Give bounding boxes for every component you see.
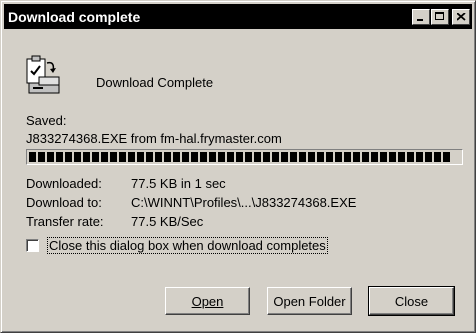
close-window-button[interactable] bbox=[452, 8, 470, 25]
progress-block bbox=[353, 152, 360, 162]
progress-block bbox=[326, 152, 333, 162]
progress-block bbox=[164, 152, 171, 162]
window-title: Download complete bbox=[8, 8, 141, 25]
minimize-button[interactable] bbox=[412, 8, 430, 25]
progress-block bbox=[281, 152, 288, 162]
close-on-complete-label[interactable]: Close this dialog box when download comp… bbox=[47, 237, 328, 254]
progress-block bbox=[335, 152, 342, 162]
progress-block bbox=[155, 152, 162, 162]
open-folder-button[interactable]: Open Folder bbox=[267, 287, 352, 315]
maximize-button[interactable] bbox=[431, 8, 449, 25]
saved-label: Saved: bbox=[26, 113, 67, 128]
close-button[interactable]: Close bbox=[368, 286, 455, 316]
transfer-rate-label: Transfer rate: bbox=[26, 214, 104, 229]
close-icon bbox=[456, 12, 466, 21]
progress-block bbox=[209, 152, 216, 162]
dialog-heading: Download Complete bbox=[96, 75, 214, 90]
progress-block bbox=[299, 152, 306, 162]
progress-block bbox=[92, 152, 99, 162]
download-to-label: Download to: bbox=[26, 195, 102, 210]
progress-block bbox=[83, 152, 90, 162]
progress-block bbox=[101, 152, 108, 162]
progress-block bbox=[146, 152, 153, 162]
progress-block bbox=[272, 152, 279, 162]
progress-block bbox=[29, 152, 36, 162]
minimize-icon bbox=[417, 18, 423, 21]
transfer-rate-value: 77.5 KB/Sec bbox=[131, 214, 204, 229]
open-folder-button-label: Open Folder bbox=[273, 293, 346, 309]
close-on-complete-option[interactable]: Close this dialog box when download comp… bbox=[26, 237, 328, 254]
progress-block bbox=[263, 152, 270, 162]
close-button-label: Close bbox=[394, 293, 429, 309]
saved-detail: J833274368.EXE from fm-hal.frymaster.com bbox=[26, 131, 282, 146]
progress-block bbox=[308, 152, 315, 162]
progress-block bbox=[398, 152, 405, 162]
open-button-label: Open bbox=[191, 293, 224, 309]
progress-block bbox=[407, 152, 414, 162]
progress-block bbox=[191, 152, 198, 162]
progress-block bbox=[119, 152, 126, 162]
progress-block bbox=[236, 152, 243, 162]
maximize-icon bbox=[435, 12, 444, 20]
progress-block bbox=[380, 152, 387, 162]
progress-block bbox=[38, 152, 45, 162]
progress-block bbox=[137, 152, 144, 162]
progress-block bbox=[47, 152, 54, 162]
progress-block bbox=[416, 152, 423, 162]
title-bar[interactable]: Download complete bbox=[4, 4, 472, 29]
progress-block bbox=[182, 152, 189, 162]
progress-block bbox=[317, 152, 324, 162]
title-buttons bbox=[411, 8, 470, 25]
progress-block bbox=[290, 152, 297, 162]
progress-block bbox=[344, 152, 351, 162]
open-button[interactable]: Open bbox=[165, 287, 250, 315]
download-progress-bar bbox=[26, 149, 463, 165]
progress-block bbox=[218, 152, 225, 162]
progress-block bbox=[56, 152, 63, 162]
progress-block bbox=[245, 152, 252, 162]
progress-block bbox=[434, 152, 441, 162]
close-on-complete-checkbox[interactable] bbox=[26, 239, 39, 252]
progress-block bbox=[443, 152, 450, 162]
progress-block bbox=[200, 152, 207, 162]
progress-block bbox=[128, 152, 135, 162]
progress-block bbox=[74, 152, 81, 162]
progress-block bbox=[389, 152, 396, 162]
download-to-value: C:\WINNT\Profiles\...\J833274368.EXE bbox=[131, 195, 357, 210]
progress-block bbox=[110, 152, 117, 162]
progress-block bbox=[65, 152, 72, 162]
progress-block bbox=[227, 152, 234, 162]
downloaded-value: 77.5 KB in 1 sec bbox=[131, 176, 226, 191]
progress-block bbox=[254, 152, 261, 162]
progress-block bbox=[362, 152, 369, 162]
progress-block bbox=[173, 152, 180, 162]
download-document-icon bbox=[23, 53, 67, 97]
progress-block bbox=[371, 152, 378, 162]
download-dialog: Download complete Download Complete Save… bbox=[0, 0, 476, 333]
progress-block bbox=[425, 152, 432, 162]
downloaded-label: Downloaded: bbox=[26, 176, 102, 191]
